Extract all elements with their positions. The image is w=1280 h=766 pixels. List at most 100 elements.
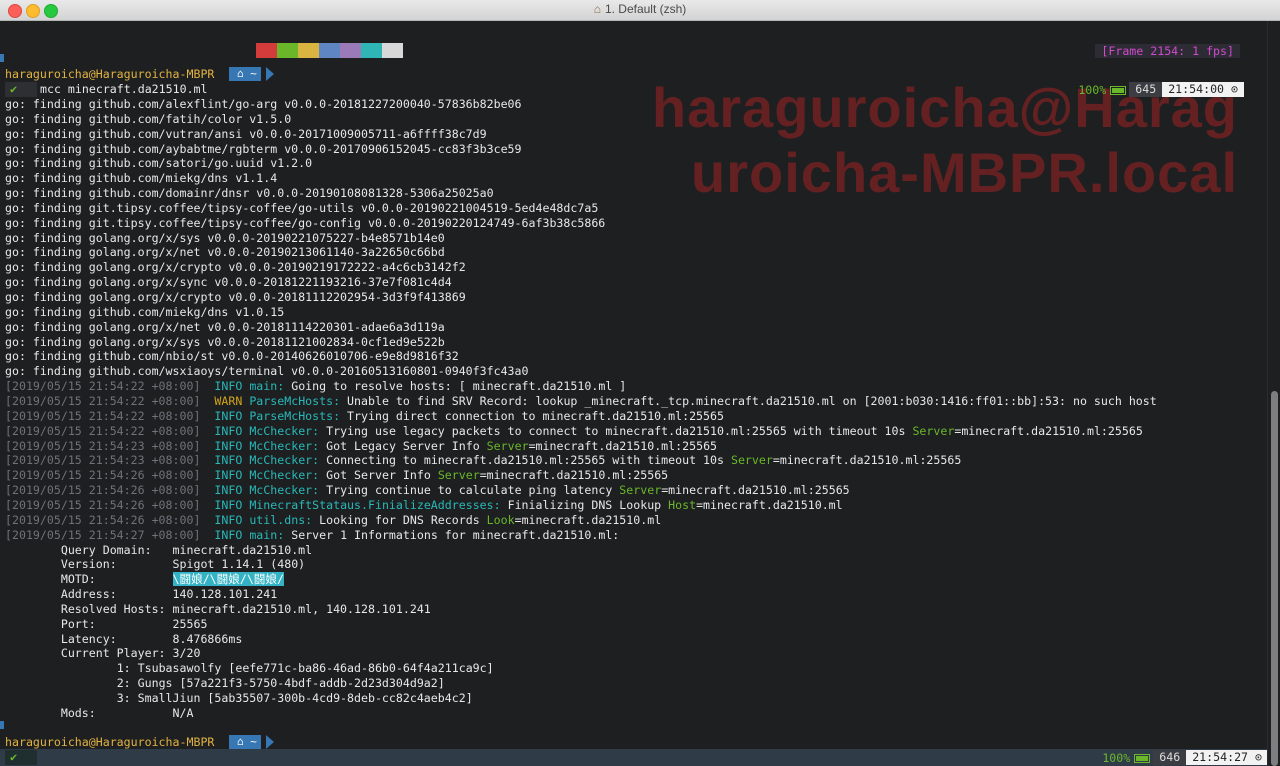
server-info-row: Port: 25565 bbox=[5, 617, 208, 632]
server-info-row: Latency: 8.476866ms bbox=[5, 632, 243, 647]
server-info-value: 3: SmallJiun [5ab35507-300b-4cd9-8deb-cc… bbox=[116, 691, 473, 705]
log-line: [2019/05/15 21:54:23 +08:00] INFO McChec… bbox=[5, 439, 717, 454]
server-info-value: N/A bbox=[172, 706, 194, 720]
go-finding-text: go: finding github.com/miekg/dns v1.0.15 bbox=[5, 305, 285, 319]
server-info-row: Query Domain: minecraft.da21510.ml bbox=[5, 543, 312, 558]
status-segment-bottom: 100% 646 21:54:27 ⊙ bbox=[1093, 750, 1268, 765]
go-finding-line: go: finding github.com/nbio/st v0.0.0-20… bbox=[5, 349, 459, 364]
log-timestamp: [2019/05/15 21:54:27 +08:00] bbox=[5, 528, 201, 542]
scrollbar-thumb[interactable] bbox=[1271, 391, 1278, 766]
input-line[interactable]: ✔ 100% 646 21:54:27 ⊙ bbox=[0, 749, 1268, 766]
go-finding-line: go: finding github.com/miekg/dns v1.1.4 bbox=[5, 171, 277, 186]
clock: 21:54:00 ⊙ bbox=[1162, 82, 1244, 97]
log-level: INFO bbox=[214, 424, 243, 438]
log-level: INFO bbox=[214, 379, 243, 393]
palette-swatch bbox=[298, 43, 319, 58]
go-finding-line: go: finding github.com/miekg/dns v1.0.15 bbox=[5, 305, 284, 320]
go-finding-line: go: finding golang.org/x/sync v0.0.0-201… bbox=[5, 275, 452, 290]
go-finding-text: go: finding golang.org/x/sync v0.0.0-201… bbox=[5, 275, 452, 289]
log-level: INFO bbox=[214, 468, 243, 482]
log-level: INFO bbox=[214, 498, 243, 512]
log-timestamp: [2019/05/15 21:54:23 +08:00] bbox=[5, 439, 201, 453]
log-field-value: =minecraft.da21510.ml:25565 bbox=[772, 453, 962, 467]
log-field-key: Server bbox=[437, 468, 480, 482]
server-info-label bbox=[5, 661, 117, 675]
terminal-window: ⌂ 1. Default (zsh) [Frame 2154: 1 fps] ha… bbox=[0, 0, 1280, 766]
log-level: INFO bbox=[214, 513, 243, 527]
go-finding-text: go: finding golang.org/x/net v0.0.0-2019… bbox=[5, 245, 445, 259]
log-line: [2019/05/15 21:54:22 +08:00] WARN ParseM… bbox=[5, 394, 1157, 409]
window-title: ⌂ 1. Default (zsh) bbox=[0, 2, 1280, 16]
go-finding-line: go: finding github.com/satori/go.uuid v1… bbox=[5, 156, 312, 171]
log-field-key: Look bbox=[486, 513, 515, 527]
log-message: Unable to find SRV Record: lookup _minec… bbox=[340, 394, 1157, 408]
server-info-row: Address: 140.128.101.241 bbox=[5, 587, 277, 602]
go-finding-line: go: finding golang.org/x/crypto v0.0.0-2… bbox=[5, 260, 466, 275]
go-finding-text: go: finding github.com/vutran/ansi v0.0.… bbox=[5, 127, 487, 141]
server-info-label bbox=[5, 676, 117, 690]
battery-indicator: 100% bbox=[1099, 751, 1153, 765]
go-finding-text: go: finding github.com/domainr/dnsr v0.0… bbox=[5, 186, 494, 200]
log-timestamp: [2019/05/15 21:54:22 +08:00] bbox=[5, 409, 201, 423]
house-icon: ⌂ bbox=[593, 2, 601, 16]
palette-swatch bbox=[382, 43, 403, 58]
battery-indicator: 100% bbox=[1075, 83, 1129, 97]
palette-swatch bbox=[256, 43, 277, 58]
go-finding-text: go: finding github.com/aybabtme/rgbterm … bbox=[5, 142, 522, 156]
go-finding-line: go: finding golang.org/x/sys v0.0.0-2018… bbox=[5, 335, 445, 350]
log-module: McChecker: bbox=[249, 453, 320, 467]
log-field-key: Server bbox=[912, 424, 955, 438]
server-info-label: MOTD: bbox=[5, 572, 173, 586]
log-module: MinecraftStataus.FinializeAddresses: bbox=[249, 498, 501, 512]
go-finding-text: go: finding github.com/wsxiaoys/terminal… bbox=[5, 364, 529, 378]
terminal-content[interactable]: [Frame 2154: 1 fps] haraguroicha@Harag u… bbox=[0, 21, 1268, 766]
go-finding-line: go: finding github.com/wsxiaoys/terminal… bbox=[5, 364, 529, 379]
log-module: ParseMcHosts: bbox=[249, 409, 341, 423]
log-field-key: Server bbox=[619, 483, 662, 497]
log-message: Trying direct connection to minecraft.da… bbox=[340, 409, 724, 423]
go-finding-text: go: finding golang.org/x/sys v0.0.0-2019… bbox=[5, 231, 445, 245]
go-finding-line: go: finding github.com/domainr/dnsr v0.0… bbox=[5, 186, 494, 201]
log-level: INFO bbox=[214, 409, 243, 423]
check-icon: ✔ bbox=[10, 750, 18, 764]
palette-swatch bbox=[277, 43, 298, 58]
log-message: Looking for DNS Records bbox=[312, 513, 487, 527]
prompt-marker-bottom bbox=[0, 721, 4, 729]
log-line: [2019/05/15 21:54:23 +08:00] INFO McChec… bbox=[5, 453, 961, 468]
server-info-value: 2: Gungs [57a221f3-5750-4bdf-addb-2d23d3… bbox=[116, 676, 445, 690]
log-field-value: =minecraft.da21510.ml:25565 bbox=[528, 439, 718, 453]
log-module: McChecker: bbox=[249, 439, 320, 453]
server-info-row: MOTD: \闘娘/\闘娘/\闘娘/ bbox=[5, 572, 284, 587]
go-finding-text: go: finding github.com/miekg/dns v1.1.4 bbox=[5, 171, 278, 185]
go-finding-text: go: finding git.tipsy.coffee/tipsy-coffe… bbox=[5, 216, 606, 230]
log-module: util.dns: bbox=[249, 513, 313, 527]
log-module: McChecker: bbox=[249, 483, 320, 497]
log-line: [2019/05/15 21:54:26 +08:00] INFO Minecr… bbox=[5, 498, 843, 513]
server-info-row: 3: SmallJiun [5ab35507-300b-4cd9-8deb-cc… bbox=[5, 691, 473, 706]
server-info-row: Version: Spigot 1.14.1 (480) bbox=[5, 557, 305, 572]
home-icon: ⌂ bbox=[237, 67, 244, 80]
server-info-row: 1: Tsubasawolfy [eefe771c-ba86-46ad-86b0… bbox=[5, 661, 494, 676]
history-number: 646 bbox=[1153, 750, 1187, 765]
log-field-key: Host bbox=[668, 498, 697, 512]
clock-icon: ⊙ bbox=[1255, 750, 1262, 764]
go-finding-text: go: finding github.com/fatih/color v1.5.… bbox=[5, 112, 292, 126]
prompt-command: mcc minecraft.da21510.ml bbox=[40, 82, 208, 96]
go-finding-line: go: finding github.com/alexflint/go-arg … bbox=[5, 97, 522, 112]
server-info-label bbox=[5, 691, 117, 705]
server-info-value: 1: Tsubasawolfy [eefe771c-ba86-46ad-86b0… bbox=[116, 661, 494, 675]
status-segment-top: 100% 645 21:54:00 ⊙ bbox=[1069, 82, 1244, 97]
go-finding-text: go: finding git.tipsy.coffee/tipsy-coffe… bbox=[5, 201, 599, 215]
log-field-value: =minecraft.da21510.ml:25565 bbox=[954, 424, 1143, 438]
log-level: INFO bbox=[214, 439, 243, 453]
scrollbar[interactable] bbox=[1267, 21, 1280, 766]
server-info-label: Current Player: bbox=[5, 646, 173, 660]
server-info-value: 140.128.101.241 bbox=[172, 587, 278, 601]
log-level: WARN bbox=[214, 394, 243, 408]
log-timestamp: [2019/05/15 21:54:26 +08:00] bbox=[5, 468, 201, 482]
clock-time: 21:54:00 bbox=[1168, 82, 1225, 96]
go-finding-text: go: finding golang.org/x/crypto v0.0.0-2… bbox=[5, 260, 466, 274]
server-info-label: Mods: bbox=[5, 706, 173, 720]
log-timestamp: [2019/05/15 21:54:26 +08:00] bbox=[5, 498, 201, 512]
go-finding-line: go: finding github.com/fatih/color v1.5.… bbox=[5, 112, 291, 127]
